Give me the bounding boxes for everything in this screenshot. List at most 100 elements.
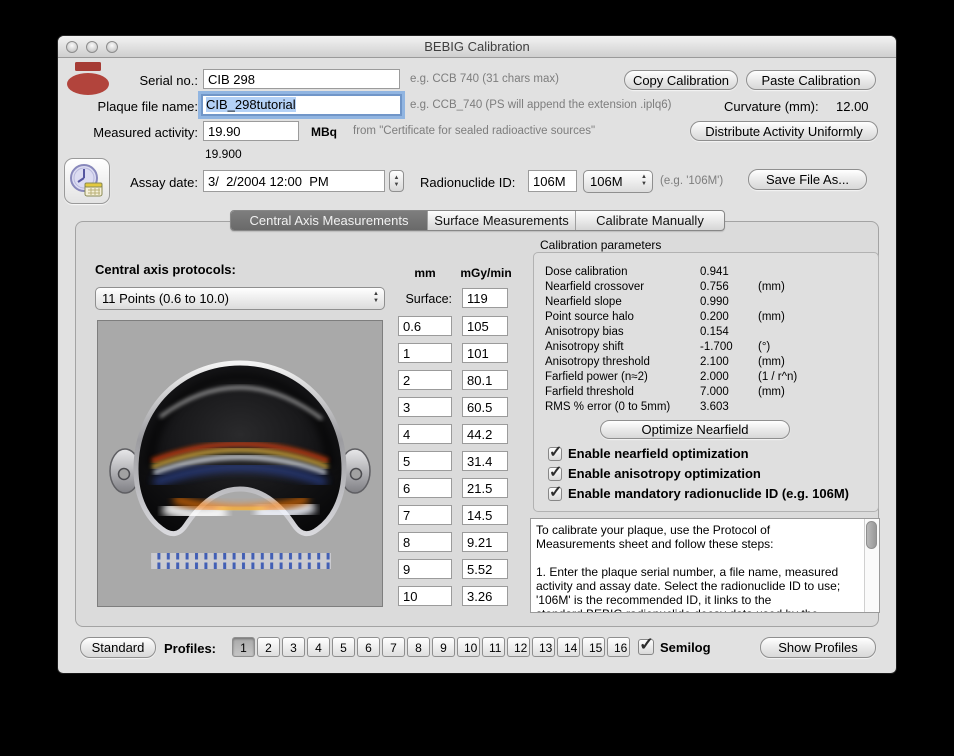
screen-background: BEBIG Calibration Serial no.: e.g. CCB 7… (0, 0, 954, 756)
show-profiles-button[interactable]: Show Profiles (760, 637, 876, 658)
mandatory-id-checkbox[interactable]: ✓ (548, 484, 562, 501)
activity-input[interactable] (203, 121, 299, 141)
tab-central-axis-measurements[interactable]: Central Axis Measurements (231, 211, 428, 230)
depth-input-4[interactable] (398, 397, 452, 417)
assay-date-input[interactable] (203, 170, 385, 192)
surface-dose-input[interactable] (462, 288, 508, 308)
param-name: RMS % error (0 to 5mm) (545, 401, 671, 413)
dose-input-1[interactable] (462, 316, 508, 336)
file-name-label: Plaque file name: (97, 99, 198, 114)
depth-input-8[interactable] (398, 505, 452, 525)
profile-button-16[interactable]: 16 (607, 637, 630, 657)
dose-input-11[interactable] (462, 586, 508, 606)
dose-input-2[interactable] (462, 343, 508, 363)
nearfield-checkbox[interactable]: ✓ (548, 444, 562, 461)
scrollbar-thumb[interactable] (866, 521, 877, 549)
profile-button-13[interactable]: 13 (532, 637, 555, 657)
surface-label: Surface: (405, 292, 452, 306)
depth-input-2[interactable] (398, 343, 452, 363)
checkbox-row[interactable]: ✓ Enable anisotropy optimization (548, 464, 761, 481)
param-value: 0.756 (700, 281, 729, 293)
param-value: 0.990 (700, 296, 729, 308)
depth-input-6[interactable] (398, 451, 452, 471)
checkbox-row[interactable]: ✓ Enable nearfield optimization (548, 444, 749, 461)
app-window: BEBIG Calibration Serial no.: e.g. CCB 7… (58, 36, 896, 673)
dose-input-9[interactable] (462, 532, 508, 552)
checkbox-label: Enable mandatory radionuclide ID (e.g. 1… (568, 486, 850, 501)
profile-button-3[interactable]: 3 (282, 637, 305, 657)
activity-hint: from "Certificate for sealed radioactive… (353, 125, 596, 137)
profiles-label: Profiles: (164, 641, 217, 656)
profile-button-7[interactable]: 7 (382, 637, 405, 657)
param-unit: (°) (758, 341, 771, 353)
window-title: BEBIG Calibration (424, 39, 530, 54)
save-file-as-button[interactable]: Save File As... (748, 169, 867, 190)
profile-button-11[interactable]: 11 (482, 637, 505, 657)
checkmark-icon: ✓ (549, 443, 563, 461)
depth-input-10[interactable] (398, 559, 452, 579)
param-name: Point source halo (545, 311, 634, 323)
dose-input-10[interactable] (462, 559, 508, 579)
dose-input-4[interactable] (462, 397, 508, 417)
depth-input-11[interactable] (398, 586, 452, 606)
popup-up-icon: ▲ (641, 174, 647, 180)
param-name: Dose calibration (545, 266, 628, 278)
stepper-up-icon[interactable]: ▲ (394, 175, 400, 181)
profile-button-10[interactable]: 10 (457, 637, 480, 657)
profile-button-14[interactable]: 14 (557, 637, 580, 657)
copy-calibration-button[interactable]: Copy Calibration (624, 70, 738, 90)
profile-button-12[interactable]: 12 (507, 637, 530, 657)
profile-button-5[interactable]: 5 (332, 637, 355, 657)
standard-button[interactable]: Standard (80, 637, 156, 658)
profile-button-1[interactable]: 1 (232, 637, 255, 657)
param-unit: (mm) (758, 311, 785, 323)
param-value: 0.200 (700, 311, 729, 323)
protocols-dropdown[interactable]: 11 Points (0.6 to 10.0) ▲ ▼ (95, 287, 385, 310)
dropdown-up-icon: ▲ (373, 291, 379, 297)
distribute-activity-button[interactable]: Distribute Activity Uniformly (690, 121, 878, 141)
radionuclide-input[interactable] (528, 170, 577, 192)
checkmark-icon: ✓ (549, 463, 563, 481)
instructions-textbox[interactable]: To calibrate your plaque, use the Protoc… (530, 518, 880, 613)
tab-surface-measurements[interactable]: Surface Measurements (428, 211, 576, 230)
dose-input-7[interactable] (462, 478, 508, 498)
param-value: -1.700 (700, 341, 733, 353)
tab-calibrate-manually[interactable]: Calibrate Manually (576, 211, 724, 230)
profile-button-4[interactable]: 4 (307, 637, 330, 657)
profile-button-6[interactable]: 6 (357, 637, 380, 657)
assay-date-stepper[interactable]: ▲ ▼ (389, 170, 404, 192)
depth-input-3[interactable] (398, 370, 452, 390)
scrollbar[interactable] (864, 519, 879, 612)
measurement-tabs: Central Axis Measurements Surface Measur… (230, 210, 725, 231)
optimize-nearfield-button[interactable]: Optimize Nearfield (600, 420, 790, 439)
depth-input-7[interactable] (398, 478, 452, 498)
param-unit: (1 / r^n) (758, 371, 798, 383)
profile-button-8[interactable]: 8 (407, 637, 430, 657)
profile-button-15[interactable]: 15 (582, 637, 605, 657)
paste-calibration-button[interactable]: Paste Calibration (746, 70, 876, 90)
profile-button-9[interactable]: 9 (432, 637, 455, 657)
radionuclide-popup[interactable]: 106M ▲ ▼ (583, 170, 653, 193)
anisotropy-checkbox[interactable]: ✓ (548, 464, 562, 481)
titlebar[interactable]: BEBIG Calibration (58, 36, 896, 58)
semilog-checkbox-row[interactable]: ✓ Semilog (638, 634, 711, 655)
dose-input-6[interactable] (462, 451, 508, 471)
depth-input-1[interactable] (398, 316, 452, 336)
file-name-input[interactable]: CIB_298tutorial (201, 94, 402, 116)
instructions-text: To calibrate your plaque, use the Protoc… (536, 523, 841, 612)
param-value: 2.000 (700, 371, 729, 383)
semilog-checkbox[interactable]: ✓ (638, 634, 654, 655)
depth-input-9[interactable] (398, 532, 452, 552)
serial-input[interactable] (203, 69, 400, 89)
dose-input-3[interactable] (462, 370, 508, 390)
dose-input-8[interactable] (462, 505, 508, 525)
profile-button-2[interactable]: 2 (257, 637, 280, 657)
stepper-down-icon[interactable]: ▼ (394, 182, 400, 188)
dose-input-5[interactable] (462, 424, 508, 444)
depth-input-5[interactable] (398, 424, 452, 444)
protocols-label: Central axis protocols: (95, 262, 236, 277)
checkmark-icon: ✓ (549, 483, 563, 501)
checkbox-row[interactable]: ✓ Enable mandatory radionuclide ID (e.g.… (548, 484, 850, 501)
param-unit: (mm) (758, 356, 785, 368)
eye-plaque-image (98, 321, 382, 606)
